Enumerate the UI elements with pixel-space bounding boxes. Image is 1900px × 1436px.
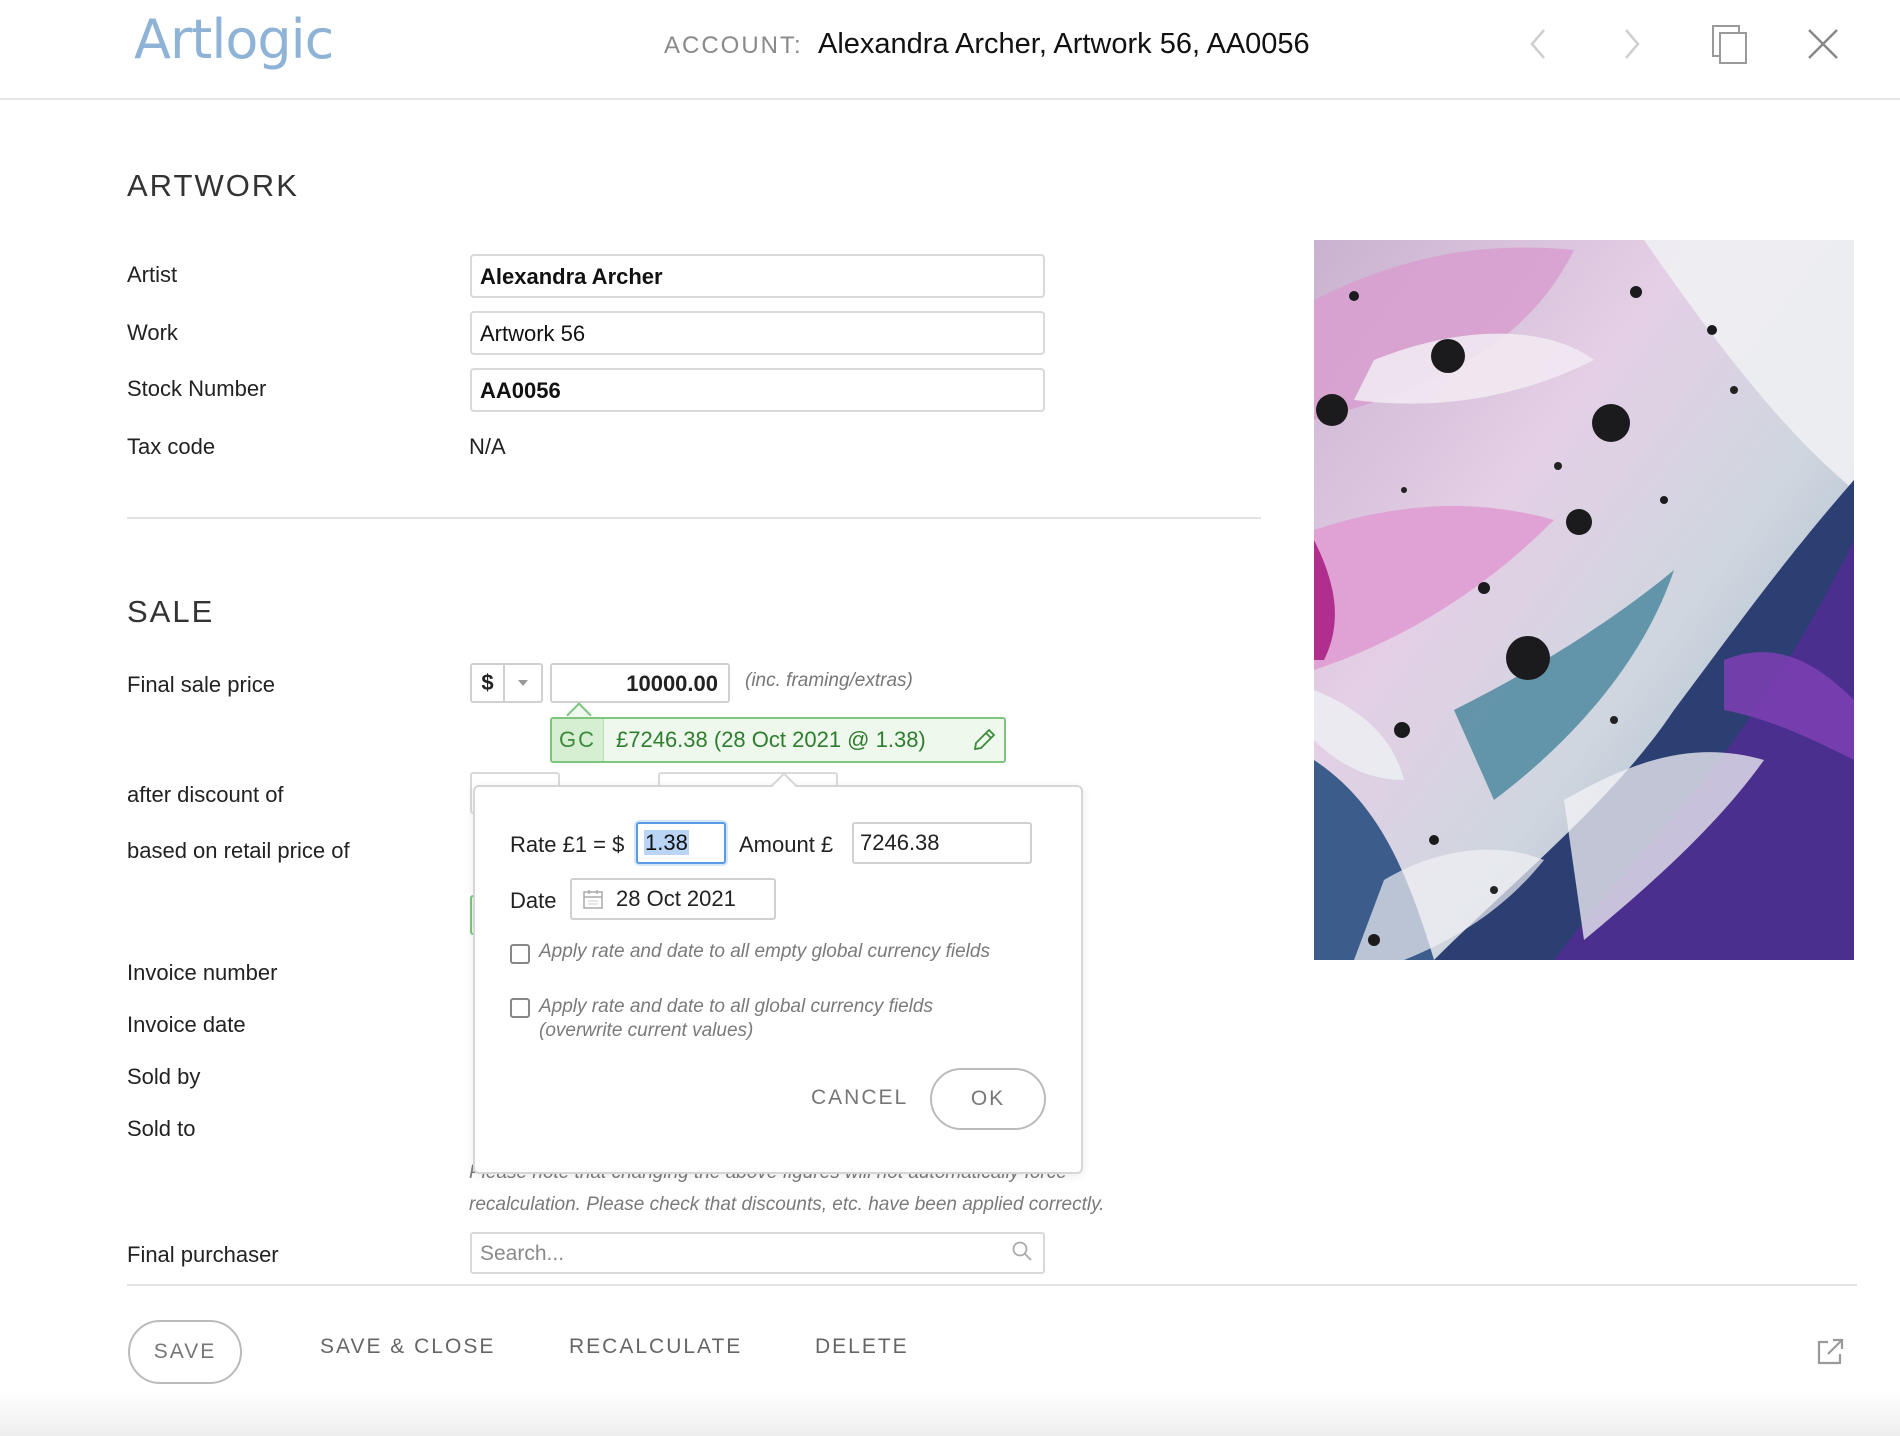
save-button[interactable]: SAVE (128, 1320, 242, 1384)
previous-record-button[interactable] (1516, 22, 1560, 66)
search-icon (1012, 1241, 1032, 1261)
date-label: Date (510, 888, 557, 913)
artwork-section-title: ARTWORK (127, 168, 299, 203)
apply-all-fields-label: Apply rate and date to all global curren… (539, 996, 933, 1041)
stock-number-label: Stock Number (127, 376, 267, 401)
save-and-close-button[interactable]: SAVE & CLOSE (320, 1335, 495, 1359)
close-icon (1808, 29, 1838, 59)
bottom-shadow (0, 1390, 1900, 1436)
tax-code-value: N/A (469, 434, 506, 459)
account-title: Alexandra Archer, Artwork 56, AA0056 (818, 28, 1310, 60)
apply-empty-fields-label: Apply rate and date to all empty global … (539, 941, 990, 962)
gc-tag: GC (552, 719, 604, 761)
top-bar: Artlogic ACCOUNT: Alexandra Archer, Artw… (0, 0, 1900, 100)
date-value: 28 Oct 2021 (616, 886, 736, 911)
final-purchaser-search[interactable]: Search... (470, 1232, 1045, 1274)
edit-gc-button[interactable] (964, 727, 1004, 753)
caret-down-icon (518, 680, 528, 686)
gc-converted-value: £7246.38 (28 Oct 2021 @ 1.38) (616, 727, 926, 752)
apply-all-fields-checkbox[interactable] (510, 998, 530, 1018)
sold-by-label: Sold by (127, 1064, 201, 1089)
artist-label: Artist (127, 262, 178, 287)
rate-label: Rate £1 = $ (510, 832, 625, 857)
work-field[interactable]: Artwork 56 (470, 311, 1045, 355)
popover-ok-button[interactable]: OK (930, 1068, 1046, 1130)
artlogic-logo: Artlogic (134, 8, 334, 71)
apply-empty-fields-checkbox[interactable] (510, 944, 530, 964)
sold-to-label: Sold to (127, 1116, 196, 1141)
currency-select[interactable]: $ (470, 663, 543, 703)
amount-input[interactable]: 7246.38 (852, 822, 1032, 864)
price-hint: (inc. framing/extras) (745, 670, 913, 691)
amount-label: Amount £ (739, 832, 834, 857)
open-external-button[interactable] (1814, 1336, 1846, 1373)
after-discount-label: after discount of (127, 782, 284, 807)
currency-dropdown-toggle[interactable] (505, 665, 541, 701)
artwork-image (1314, 240, 1854, 960)
footer-divider (127, 1284, 1857, 1286)
artwork-image-graphic (1314, 240, 1854, 960)
retail-price-label: based on retail price of (127, 838, 350, 863)
close-button[interactable] (1801, 22, 1845, 66)
tax-code-label: Tax code (127, 434, 216, 459)
chevron-right-icon (1625, 29, 1640, 59)
invoice-number-label: Invoice number (127, 960, 278, 985)
invoice-date-label: Invoice date (127, 1012, 246, 1037)
artist-field[interactable]: Alexandra Archer (470, 254, 1045, 298)
external-link-icon (1817, 1338, 1844, 1365)
stock-number-field[interactable]: AA0056 (470, 368, 1045, 412)
note-line-2: recalculation. Please check that discoun… (469, 1194, 1105, 1215)
rate-input[interactable]: 1.38 (636, 822, 726, 864)
section-divider (127, 517, 1261, 519)
final-sale-price-label: Final sale price (127, 672, 275, 697)
delete-button[interactable]: DELETE (815, 1335, 909, 1359)
work-label: Work (127, 320, 178, 345)
sale-section-title: SALE (127, 594, 215, 629)
chevron-left-icon (1530, 29, 1545, 59)
duplicate-button[interactable] (1708, 22, 1752, 66)
final-purchaser-label: Final purchaser (127, 1242, 279, 1267)
calendar-icon (583, 890, 603, 909)
search-placeholder: Search... (480, 1242, 565, 1265)
recalculate-button[interactable]: RECALCULATE (569, 1335, 742, 1359)
date-input[interactable]: 28 Oct 2021 (570, 878, 776, 920)
final-sale-price-field[interactable]: 10000.00 (550, 663, 730, 703)
popover-cancel-button[interactable]: CANCEL (811, 1086, 908, 1110)
currency-symbol: $ (472, 665, 505, 701)
rate-value: 1.38 (644, 830, 689, 855)
global-currency-bar[interactable]: GC £7246.38 (28 Oct 2021 @ 1.38) (550, 717, 1006, 763)
pencil-icon (973, 728, 996, 751)
account-label: ACCOUNT: (664, 32, 803, 59)
next-record-button[interactable] (1610, 22, 1654, 66)
copy-icon (1712, 25, 1747, 64)
